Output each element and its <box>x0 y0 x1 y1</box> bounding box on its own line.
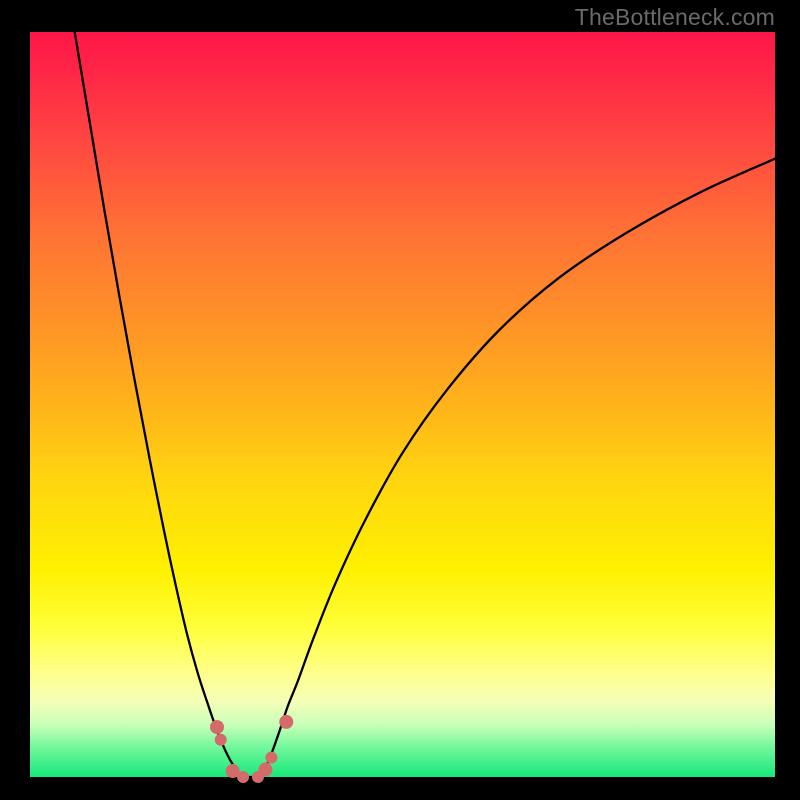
data-marker <box>258 763 272 777</box>
data-marker <box>215 734 227 746</box>
watermark-text: TheBottleneck.com <box>575 4 775 31</box>
bottleneck-curve <box>75 32 775 778</box>
data-marker <box>265 752 277 764</box>
chart-frame: TheBottleneck.com <box>0 0 800 800</box>
data-marker <box>210 720 224 734</box>
data-marker <box>279 715 293 729</box>
curve-layer <box>0 0 800 800</box>
data-marker <box>237 771 249 783</box>
